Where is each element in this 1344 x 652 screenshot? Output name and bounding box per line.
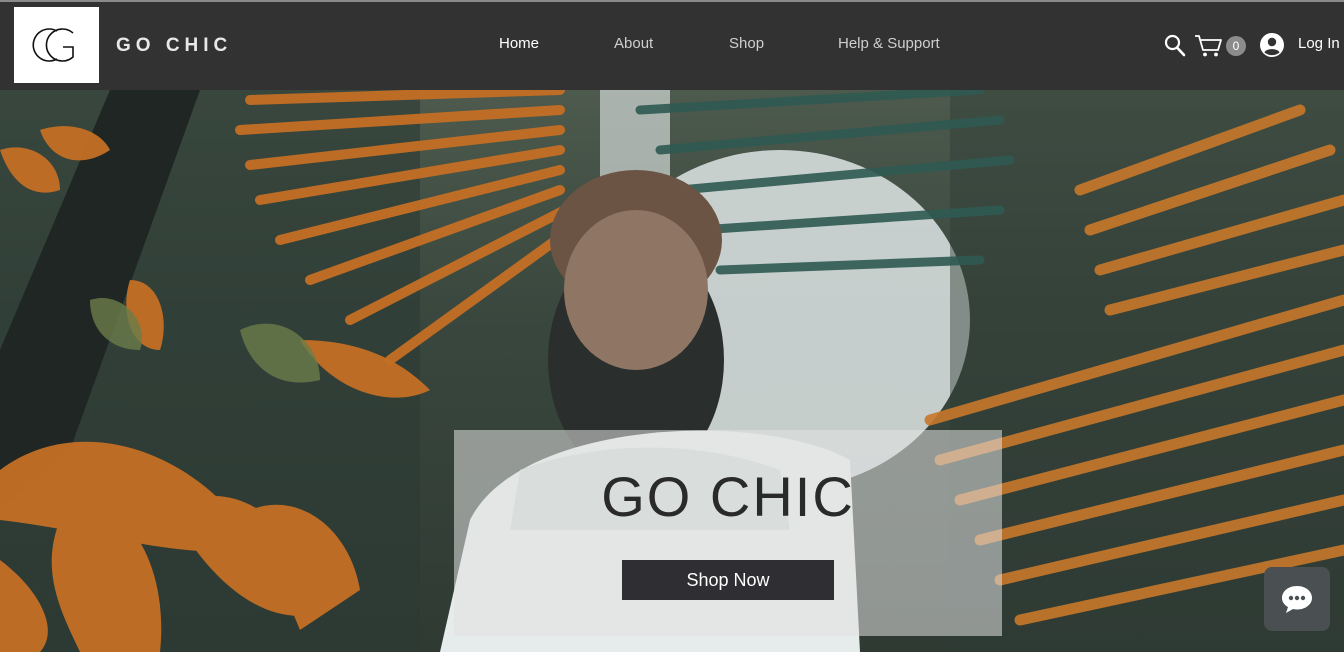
brand-name[interactable]: GO CHIC [116,35,232,57]
hero-section: GO CHIC Shop Now [0,90,1344,652]
nav-home[interactable]: Home [499,35,539,52]
user-avatar-icon[interactable] [1259,32,1285,58]
search-icon[interactable] [1164,34,1186,58]
login-link[interactable]: Log In [1298,35,1340,52]
chat-button[interactable] [1264,567,1330,631]
hero-title: GO CHIC [601,465,855,528]
nav-shop[interactable]: Shop [729,35,764,52]
site-header: GO CHIC Home About Shop Help & Support 0… [0,2,1344,90]
logo[interactable] [14,7,99,83]
cart-icon[interactable] [1194,34,1224,58]
logo-monogram-icon [31,28,74,62]
shop-now-button[interactable]: Shop Now [622,560,834,600]
hero-card: GO CHIC Shop Now [454,430,1002,636]
nav-help-support[interactable]: Help & Support [838,35,940,52]
nav-about[interactable]: About [614,35,653,52]
cart-count-badge[interactable]: 0 [1226,36,1246,56]
chat-icon [1282,586,1312,613]
